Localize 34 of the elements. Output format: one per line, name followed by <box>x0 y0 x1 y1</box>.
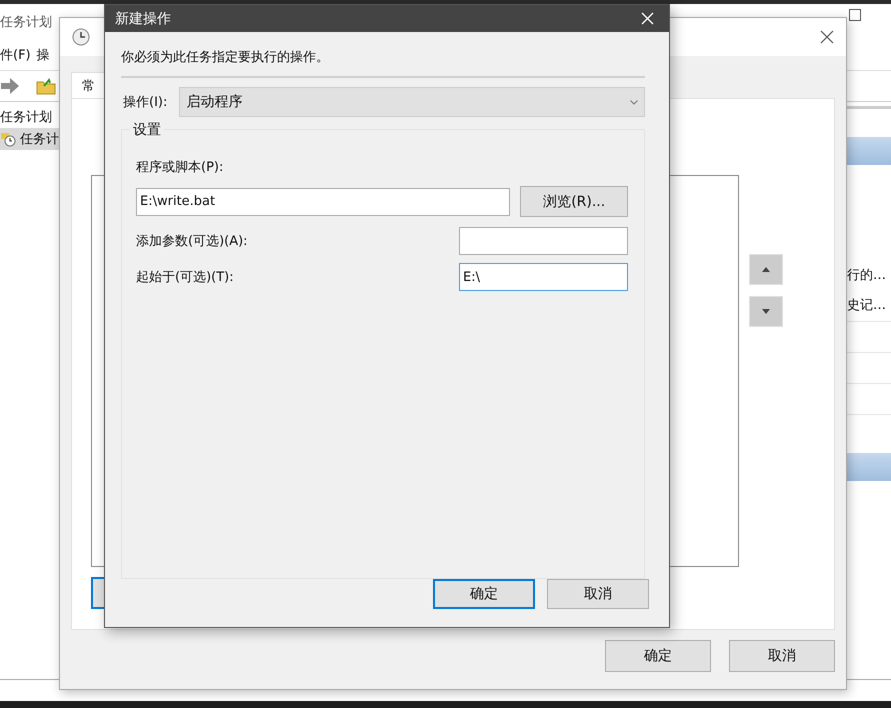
menu-item[interactable]: 操 <box>36 46 50 64</box>
menu-item[interactable]: 件(F) <box>0 46 31 64</box>
close-icon[interactable] <box>820 30 834 44</box>
folder-icon[interactable] <box>36 77 56 95</box>
field-label: 起始于(可选)(T): <box>136 269 234 286</box>
action-dropdown[interactable]: 启动程序 <box>179 87 645 117</box>
group-title: 设置 <box>130 121 164 139</box>
dialog-button[interactable]: 确定 <box>433 579 535 609</box>
maximize-icon[interactable] <box>849 9 861 21</box>
triangle-up-icon <box>762 267 770 272</box>
pane-header <box>845 453 891 481</box>
input-field[interactable]: E:\write.bat <box>136 188 510 216</box>
dialog-title: 新建操作 <box>115 10 171 28</box>
input-field[interactable]: E:\ <box>459 263 628 291</box>
clock-icon <box>72 28 90 46</box>
arrow-icon[interactable] <box>0 77 20 95</box>
instruction-text: 你必须为此任务指定要执行的操作。 <box>121 49 330 66</box>
pane-header <box>845 137 891 165</box>
input-field[interactable] <box>459 227 628 255</box>
dialog-button[interactable]: 确定 <box>605 640 711 672</box>
field-label: 添加参数(可选)(A): <box>136 233 248 250</box>
dialog-button[interactable]: 取消 <box>729 640 835 672</box>
tab[interactable]: 常 <box>71 72 106 98</box>
field-label: 程序或脚本(P): <box>136 159 224 176</box>
chevron-down-icon <box>630 100 638 104</box>
action-item[interactable]: 行的… <box>847 261 891 291</box>
tree-label: 任务计 <box>20 131 59 148</box>
action-item[interactable]: 史记… <box>847 291 891 321</box>
browse-button[interactable]: 浏览(R)... <box>520 186 628 217</box>
dialog-button[interactable]: 取消 <box>547 579 649 609</box>
window-title: 任务计划 <box>0 14 52 31</box>
triangle-down-icon <box>762 309 770 314</box>
field-label: 操作(I): <box>123 94 168 111</box>
clock-icon <box>0 131 16 147</box>
